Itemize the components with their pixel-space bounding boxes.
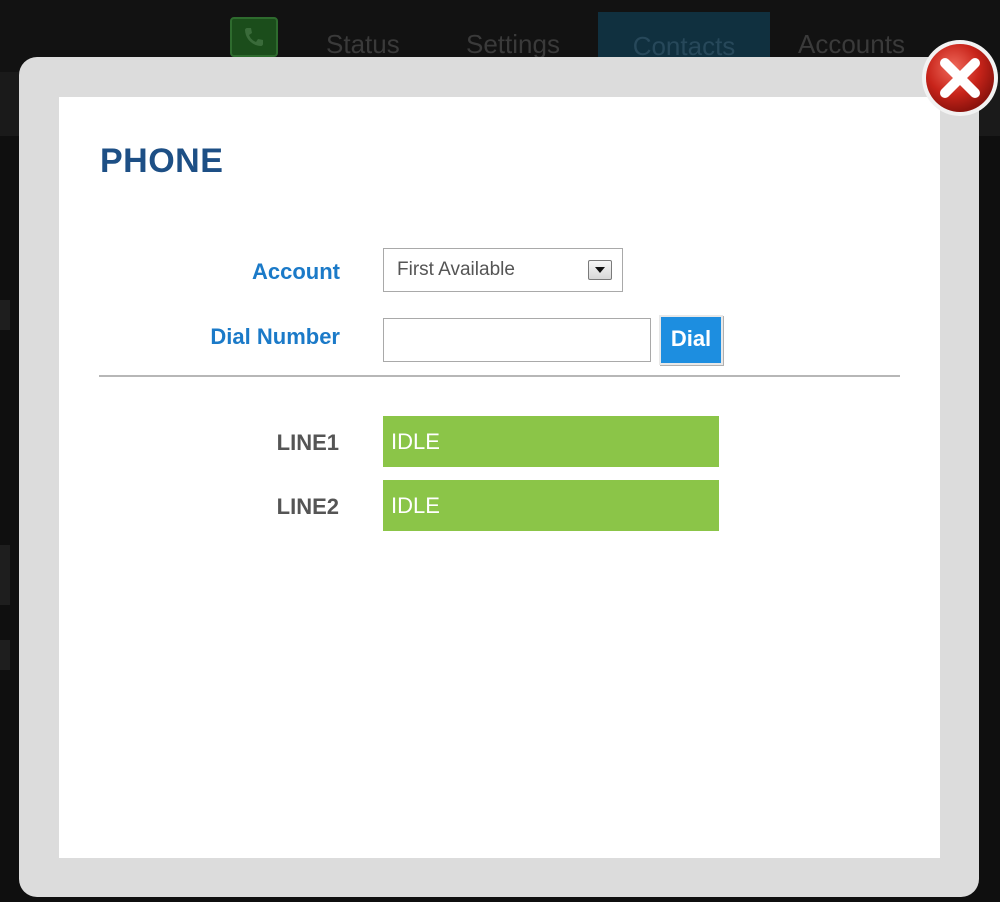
account-label: Account (252, 259, 340, 284)
account-select-value: First Available (397, 259, 515, 280)
close-button[interactable] (920, 38, 1000, 118)
line2-status: IDLE (383, 480, 719, 531)
background-strip (0, 640, 10, 670)
dial-button[interactable]: Dial (659, 315, 723, 365)
tab-settings[interactable]: Settings (466, 28, 560, 60)
line1-status: IDLE (383, 416, 719, 467)
background-strip (0, 300, 10, 330)
tab-accounts[interactable]: Accounts (798, 28, 905, 60)
account-select[interactable]: First Available (383, 248, 623, 292)
divider (99, 375, 900, 377)
phone-dialog: PHONE Account First Available Dial Numbe… (59, 97, 940, 858)
tab-status[interactable]: Status (326, 28, 400, 60)
phone-icon (230, 17, 278, 57)
line2-label: LINE2 (276, 494, 339, 519)
dial-number-label: Dial Number (210, 324, 340, 349)
screen: Status Settings Contacts Accounts PHONE … (0, 0, 1000, 902)
close-icon (922, 40, 998, 116)
background-strip (0, 545, 10, 605)
dialog-title: PHONE (100, 142, 224, 180)
chevron-down-icon[interactable] (588, 260, 612, 280)
line1-label: LINE1 (276, 430, 339, 455)
dial-number-input[interactable] (383, 318, 651, 362)
